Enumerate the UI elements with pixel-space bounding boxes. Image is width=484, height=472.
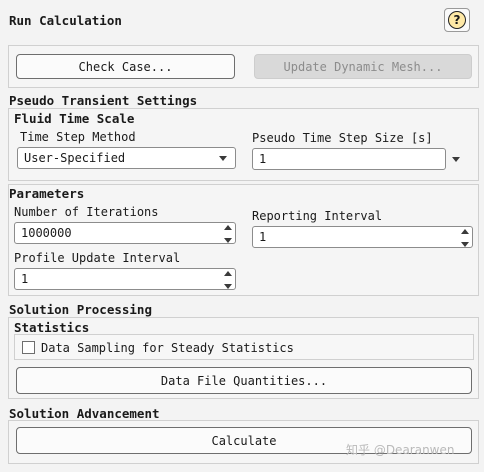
pseudo-time-step-size-input[interactable]: 1 bbox=[252, 148, 446, 170]
watermark: 知乎 @Dearanwen bbox=[346, 443, 455, 457]
pseudo-transient-section-title: Pseudo Transient Settings bbox=[9, 93, 198, 108]
spin-down-icon[interactable] bbox=[460, 242, 469, 247]
pseudo-time-step-size-label: Pseudo Time Step Size [s] bbox=[252, 131, 433, 145]
pseudo-time-step-size-value: 1 bbox=[259, 152, 267, 166]
reporting-interval-input[interactable]: 1 bbox=[252, 226, 473, 248]
iterations-input[interactable]: 1000000 bbox=[14, 222, 236, 244]
reporting-interval-label: Reporting Interval bbox=[252, 209, 383, 223]
panel-title: Run Calculation bbox=[9, 13, 122, 28]
reporting-interval-value: 1 bbox=[259, 230, 267, 244]
data-file-quantities-button[interactable]: Data File Quantities... bbox=[16, 367, 472, 394]
data-sampling-label[interactable]: Data Sampling for Steady Statistics bbox=[41, 341, 294, 355]
profile-update-interval-value: 1 bbox=[21, 272, 29, 286]
statistics-title: Statistics bbox=[14, 320, 90, 335]
time-step-method-dropdown[interactable]: User-Specified bbox=[17, 147, 236, 169]
profile-update-interval-label: Profile Update Interval bbox=[14, 251, 181, 265]
parameters-section-title: Parameters bbox=[9, 186, 85, 201]
data-sampling-checkbox[interactable] bbox=[22, 341, 35, 354]
solution-advancement-section-title: Solution Advancement bbox=[9, 406, 160, 421]
help-button[interactable]: ? bbox=[444, 8, 470, 32]
iterations-value: 1000000 bbox=[21, 226, 72, 240]
spin-up-icon[interactable] bbox=[223, 225, 232, 230]
iterations-stepper[interactable] bbox=[223, 225, 232, 243]
spin-down-icon[interactable] bbox=[223, 284, 232, 289]
profile-update-interval-stepper[interactable] bbox=[223, 271, 232, 289]
spin-up-icon[interactable] bbox=[460, 229, 469, 234]
help-icon: ? bbox=[448, 11, 466, 29]
time-step-method-value: User-Specified bbox=[24, 151, 126, 165]
profile-update-interval-input[interactable]: 1 bbox=[14, 268, 236, 290]
iterations-label: Number of Iterations bbox=[14, 205, 159, 219]
fluid-time-scale-title: Fluid Time Scale bbox=[14, 111, 135, 126]
check-case-button[interactable]: Check Case... bbox=[16, 54, 235, 79]
time-step-method-label: Time Step Method bbox=[20, 130, 136, 144]
solution-processing-section-title: Solution Processing bbox=[9, 302, 152, 317]
step-size-options-dropdown-icon[interactable] bbox=[452, 157, 460, 162]
reporting-interval-stepper[interactable] bbox=[460, 229, 469, 247]
chevron-down-icon bbox=[219, 156, 227, 161]
spin-up-icon[interactable] bbox=[223, 271, 232, 276]
spin-down-icon[interactable] bbox=[223, 238, 232, 243]
update-dynamic-mesh-button[interactable]: Update Dynamic Mesh... bbox=[254, 54, 472, 79]
